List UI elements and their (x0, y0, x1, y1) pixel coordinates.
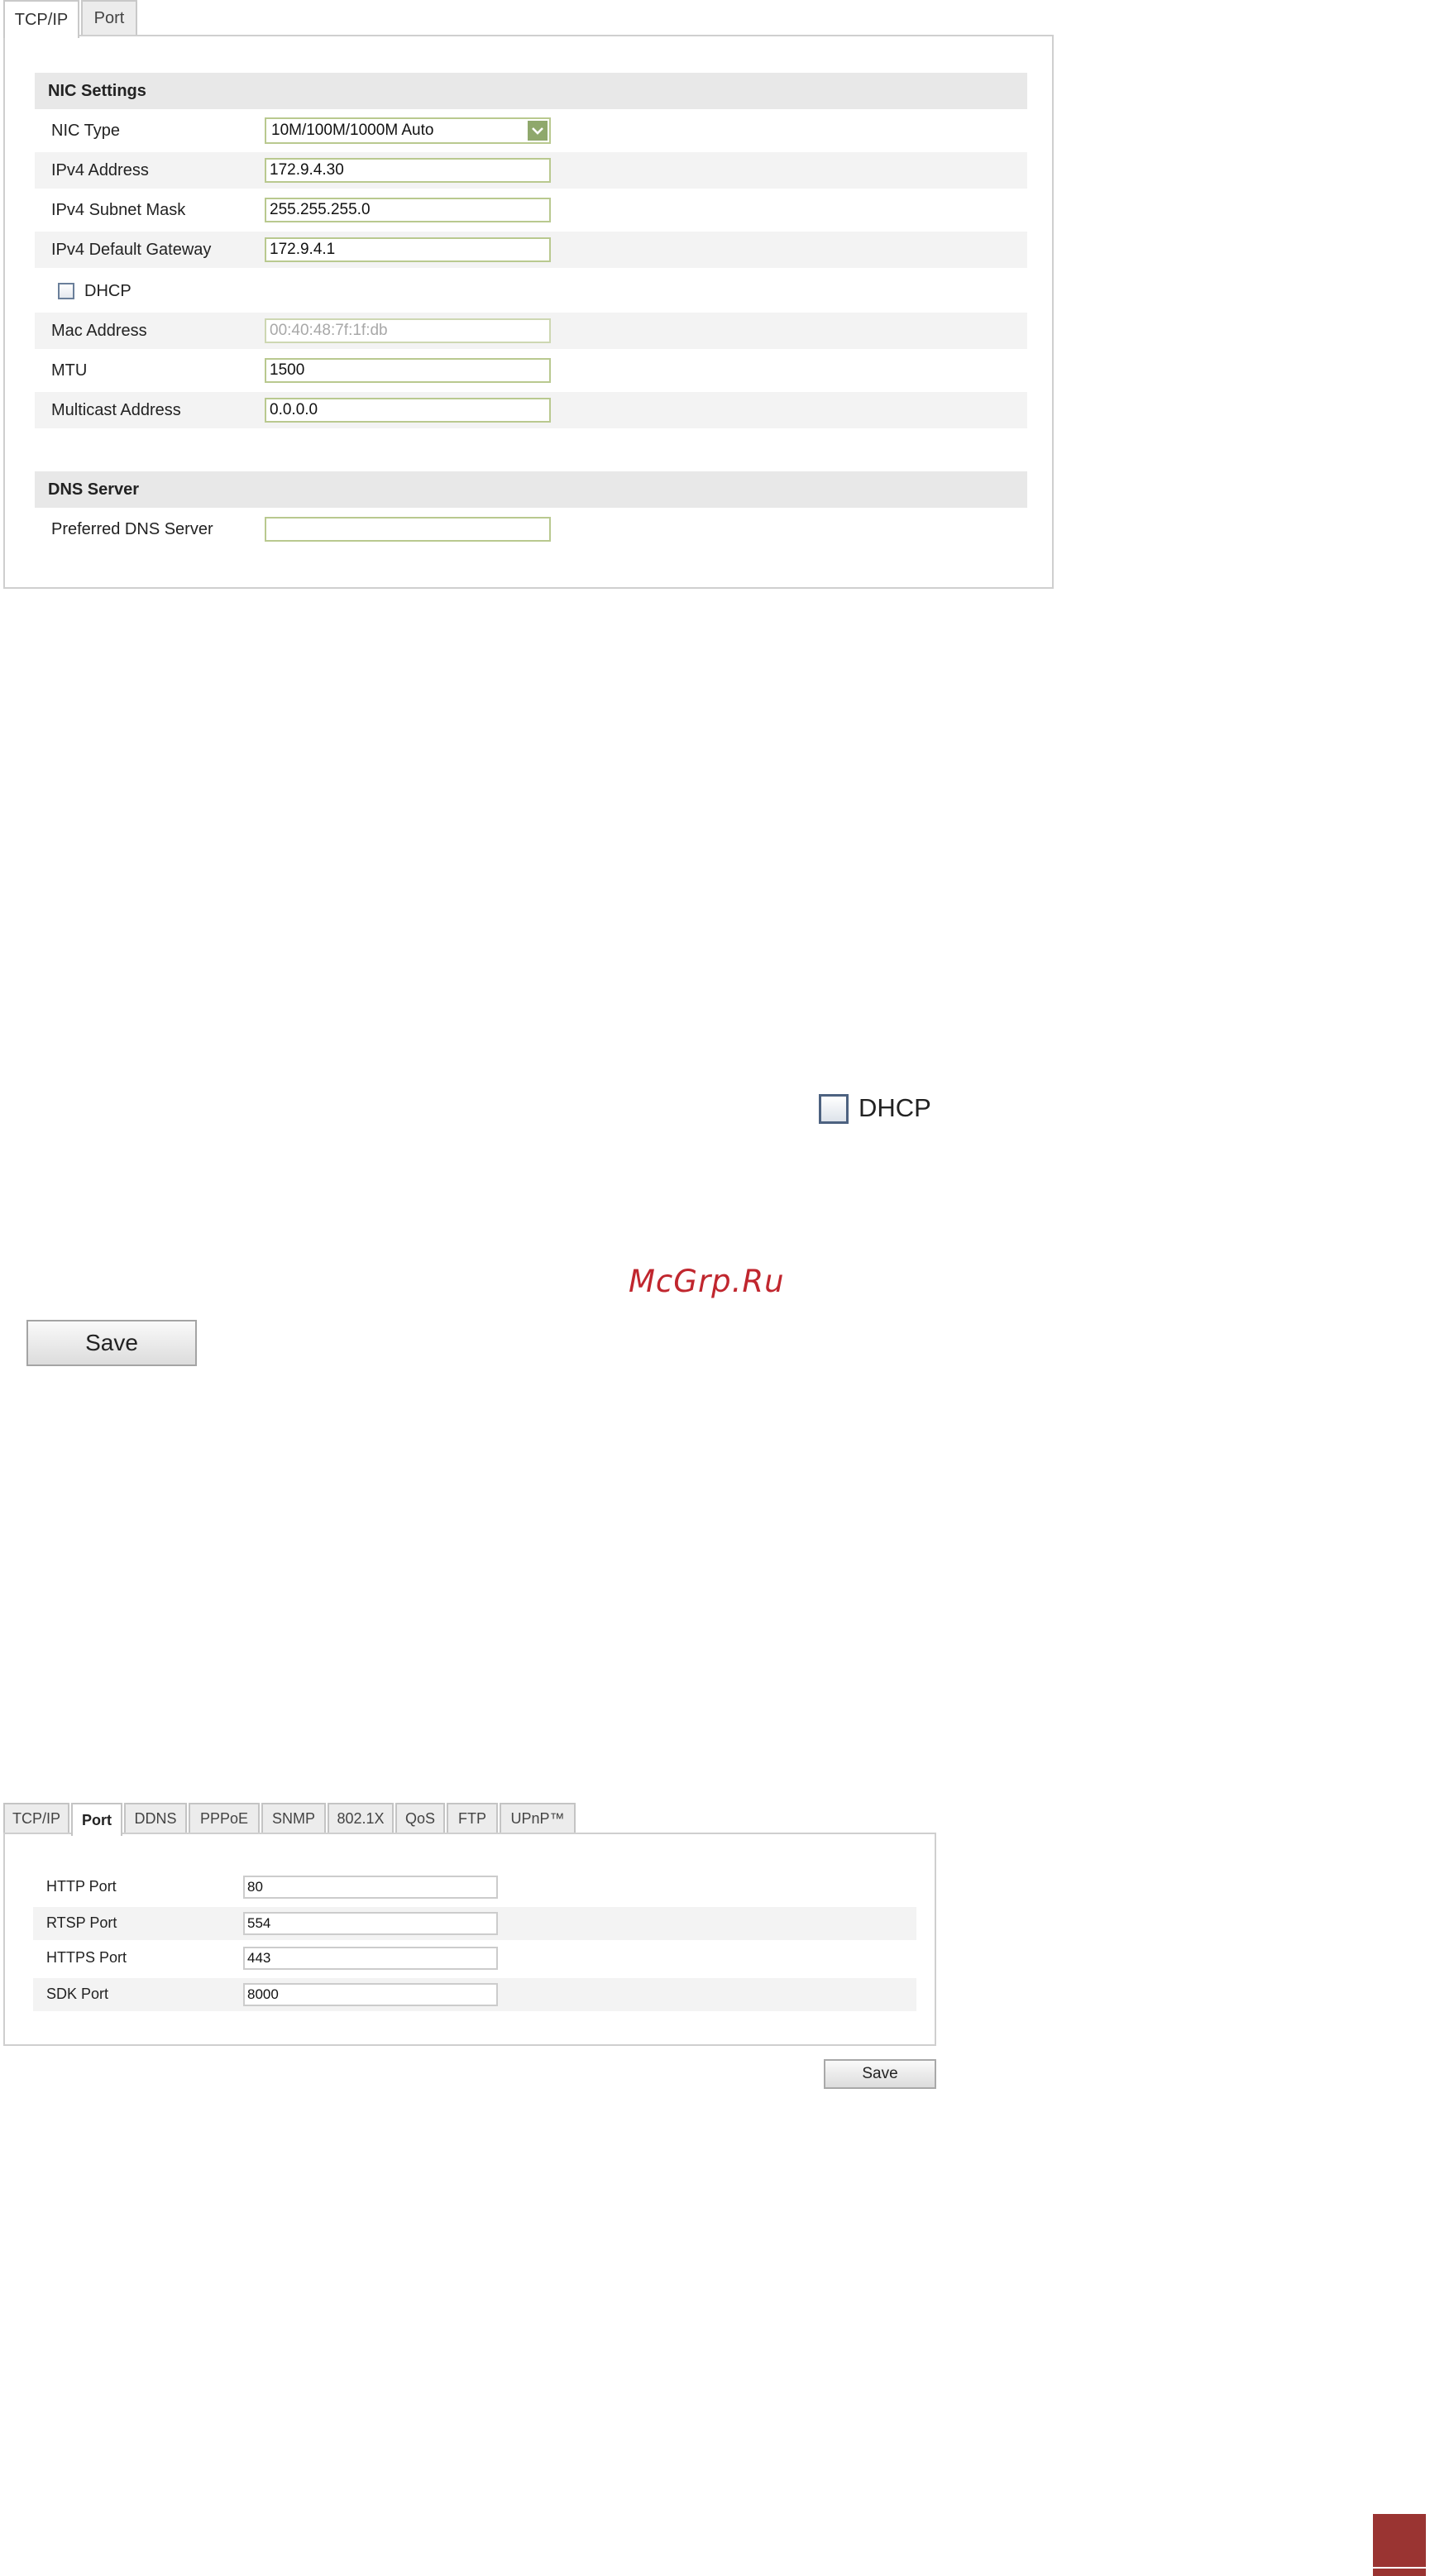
chevron-down-icon[interactable] (528, 121, 548, 141)
mtu-input[interactable]: 1500 (265, 358, 551, 383)
dhcp-checkbox-enlarged[interactable] (819, 1094, 849, 1124)
ipv4-address-input[interactable]: 172.9.4.30 (265, 158, 551, 183)
rtsp-port-row: RTSP Port 554 (33, 1907, 916, 1940)
rtsp-port-label: RTSP Port (46, 1914, 117, 1931)
watermark-text: McGrp.Ru (629, 1264, 785, 1299)
ipv4-subnet-row: IPv4 Subnet Mask 255.255.255.0 (35, 192, 1027, 228)
nic-settings-heading: NIC Settings (35, 73, 1027, 109)
tab-snmp[interactable]: SNMP (261, 1803, 326, 1833)
tab-tcpip[interactable]: TCP/IP (3, 0, 79, 38)
ipv4-subnet-label: IPv4 Subnet Mask (51, 200, 186, 219)
dhcp-label: DHCP (84, 281, 132, 300)
ipv4-gateway-input[interactable]: 172.9.4.1 (265, 237, 551, 262)
preferred-dns-row: Preferred DNS Server (35, 511, 1027, 547)
http-port-label: HTTP Port (46, 1878, 117, 1895)
mtu-label: MTU (51, 361, 88, 380)
tab-port[interactable]: Port (81, 0, 137, 35)
sdk-port-input[interactable]: 8000 (243, 1983, 498, 2006)
ipv4-subnet-input[interactable]: 255.255.255.0 (265, 198, 551, 222)
http-port-row: HTTP Port 80 (33, 1871, 916, 1904)
mac-address-input: 00:40:48:7f:1f:db (265, 318, 551, 343)
tab-upnp[interactable]: UPnP™ (500, 1803, 576, 1833)
save-button-enlarged[interactable]: Save (26, 1320, 197, 1366)
https-port-row: HTTPS Port 443 (33, 1942, 916, 1975)
preferred-dns-label: Preferred DNS Server (51, 519, 213, 538)
multicast-input[interactable]: 0.0.0.0 (265, 398, 551, 423)
tab-port[interactable]: Port (71, 1803, 122, 1836)
dns-server-heading: DNS Server (35, 471, 1027, 508)
sdk-port-row: SDK Port 8000 (33, 1978, 916, 2011)
https-port-input[interactable]: 443 (243, 1947, 498, 1970)
mtu-row: MTU 1500 (35, 352, 1027, 389)
corner-divider (1373, 2567, 1426, 2569)
nic-type-row: NIC Type 10M/100M/1000M Auto (35, 112, 1027, 149)
preferred-dns-input[interactable] (265, 517, 551, 542)
ipv4-gateway-label: IPv4 Default Gateway (51, 240, 212, 259)
tab-qos[interactable]: QoS (395, 1803, 445, 1833)
nic-type-select[interactable]: 10M/100M/1000M Auto (265, 117, 551, 144)
tab-ddns[interactable]: DDNS (124, 1803, 187, 1833)
multicast-row: Multicast Address 0.0.0.0 (35, 392, 1027, 428)
tab-8021x[interactable]: 802.1X (328, 1803, 394, 1833)
http-port-input[interactable]: 80 (243, 1876, 498, 1899)
nic-type-label: NIC Type (51, 121, 120, 140)
save-button[interactable]: Save (824, 2059, 936, 2089)
mac-address-row: Mac Address 00:40:48:7f:1f:db (35, 313, 1027, 349)
rtsp-port-input[interactable]: 554 (243, 1912, 498, 1935)
dhcp-checkbox[interactable] (58, 283, 74, 299)
dhcp-label-enlarged: DHCP (858, 1093, 931, 1122)
tab-tcpip[interactable]: TCP/IP (3, 1803, 69, 1833)
multicast-label: Multicast Address (51, 400, 181, 419)
tcpip-panel: NIC Settings NIC Type 10M/100M/1000M Aut… (3, 35, 1054, 589)
tab-pppoe[interactable]: PPPoE (189, 1803, 260, 1833)
dhcp-row: DHCP (35, 273, 1027, 309)
mac-address-label: Mac Address (51, 321, 147, 340)
ipv4-address-row: IPv4 Address 172.9.4.30 (35, 152, 1027, 189)
tab-ftp[interactable]: FTP (447, 1803, 498, 1833)
https-port-label: HTTPS Port (46, 1949, 127, 1966)
ipv4-address-label: IPv4 Address (51, 160, 149, 179)
port-panel: HTTP Port 80 RTSP Port 554 HTTPS Port 44… (3, 1833, 936, 2046)
ipv4-gateway-row: IPv4 Default Gateway 172.9.4.1 (35, 232, 1027, 268)
nic-type-value: 10M/100M/1000M Auto (271, 122, 434, 139)
sdk-port-label: SDK Port (46, 1986, 109, 2002)
